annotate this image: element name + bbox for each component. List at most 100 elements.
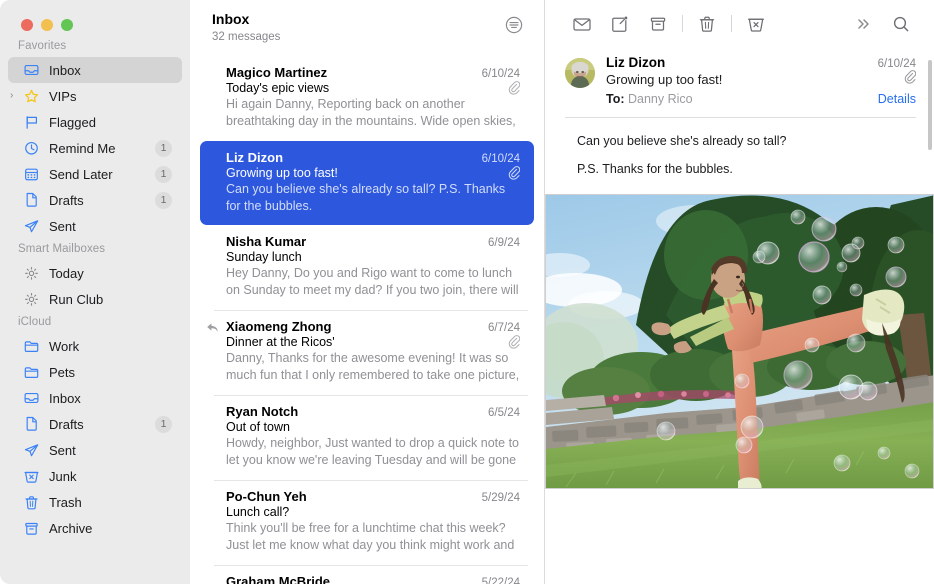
message-row[interactable]: Po-Chun Yeh 5/29/24 Lunch call? Think yo… [200,480,534,565]
sidebar-item-archive[interactable]: Archive [8,515,182,541]
flag-icon [22,114,41,131]
sidebar-item-label: Inbox [49,391,174,406]
reader-scrollbar[interactable] [928,60,932,150]
search-icon[interactable] [882,9,920,39]
sidebar-item-trash[interactable]: Trash [8,489,182,515]
message-list-header: Inbox 32 messages [190,0,544,56]
message-row[interactable]: Ryan Notch 6/5/24 Out of town Howdy, nei… [200,395,534,480]
sidebar-item-flagged[interactable]: Flagged [8,109,182,135]
sidebar-item-label: Pets [49,365,174,380]
message-subject: Sunday lunch [226,250,302,264]
sidebar-item-remind-me[interactable]: Remind Me1 [8,135,182,161]
sidebar: Favorites Inbox›VIPs Flagged Remind Me1 … [0,0,190,584]
filter-icon[interactable] [502,13,526,37]
body-paragraph: P.S. Thanks for the bubbles. [577,160,914,179]
sidebar-item-sent[interactable]: Sent [8,213,182,239]
sidebar-item-label: Remind Me [49,141,155,156]
message-sender: Magico Martinez [226,65,327,80]
message-preview: Can you believe she's already so tall? P… [226,181,520,214]
reader-pane: Liz Dizon 6/10/24 Growing up too fast! [545,0,934,584]
star-icon [22,88,41,105]
sidebar-item-work[interactable]: Work [8,333,182,359]
message-row[interactable]: Magico Martinez 6/10/24 Today's epic vie… [200,56,534,141]
message-preview: Hi again Danny, Reporting back on anothe… [226,96,520,130]
mark-unread-button[interactable] [563,9,601,39]
message-header: Liz Dizon 6/10/24 Growing up too fast! [545,47,934,106]
unread-badge: 1 [155,166,172,183]
sidebar-item-send-later[interactable]: Send Later1 [8,161,182,187]
sidebar-item-label: Flagged [49,115,174,130]
document-icon [22,416,41,433]
archive-box-icon [22,520,41,537]
minimize-button[interactable] [41,19,53,31]
sidebar-item-junk[interactable]: Junk [8,463,182,489]
attachment-paperclip-icon [508,335,520,349]
message-date: 6/7/24 [480,322,520,334]
paper-plane-icon [22,218,41,235]
sidebar-item-label: Run Club [49,292,174,307]
compose-button[interactable] [601,9,639,39]
sidebar-item-label: Sent [49,219,174,234]
message-subject: Lunch call? [226,505,289,519]
toolbar-divider [731,15,732,32]
clock-icon [22,140,41,157]
message-date: 6/10/24 [878,58,916,70]
archive-button[interactable] [639,9,677,39]
sidebar-item-label: VIPs [49,89,174,104]
message-row[interactable]: Liz Dizon 6/10/24 Growing up too fast! C… [200,141,534,225]
chevron-double-right-icon[interactable] [844,9,882,39]
sidebar-item-pets[interactable]: Pets [8,359,182,385]
sidebar-item-drafts[interactable]: Drafts1 [8,411,182,437]
message-count: 32 messages [212,31,280,43]
delete-button[interactable] [688,9,726,39]
to-label: To: [606,92,625,106]
sidebar-item-inbox[interactable]: Inbox [8,57,182,83]
body-paragraph: Can you believe she's already so tall? [577,132,914,151]
message-date: 6/10/24 [474,68,520,80]
window-controls [0,0,190,36]
sidebar-item-drafts[interactable]: Drafts1 [8,187,182,213]
junk-button[interactable] [737,9,775,39]
message-date: 6/9/24 [480,237,520,249]
message-row[interactable]: Graham McBride 5/22/24 Book Club Are you… [200,565,534,584]
reader-toolbar [545,0,934,47]
message-preview: Hey Danny, Do you and Rigo want to come … [226,265,520,299]
avatar [565,58,595,88]
sidebar-item-label: Inbox [49,63,174,78]
message-recipients: To: Danny Rico [606,92,693,106]
to-value: Danny Rico [628,92,693,106]
message-subject: Dinner at the Ricos' [226,335,335,349]
message-subject: Growing up too fast! [226,166,338,180]
calendar-icon [22,166,41,183]
message-row[interactable]: Nisha Kumar 6/9/24 Sunday lunch Hey Dann… [200,225,534,310]
message-row[interactable]: Xiaomeng Zhong 6/7/24 Dinner at the Rico… [200,310,534,395]
toolbar-divider [682,15,683,32]
sidebar-item-label: Work [49,339,174,354]
unread-badge: 1 [155,140,172,157]
folder-icon [22,338,41,355]
message-attachment-image[interactable] [545,180,934,489]
sidebar-item-run-club[interactable]: Run Club [8,286,182,312]
mailbox-title: Inbox [212,11,280,29]
sidebar-section-header: Favorites [0,36,190,57]
details-link[interactable]: Details [878,92,916,106]
message-sender: Liz Dizon [226,150,283,165]
sidebar-item-today[interactable]: Today [8,260,182,286]
chevron-right-icon[interactable]: › [10,91,13,101]
sidebar-item-sent[interactable]: Sent [8,437,182,463]
sidebar-item-inbox[interactable]: Inbox [8,385,182,411]
message-date: 5/29/24 [474,492,520,504]
sidebar-section-list: Work Pets Inbox Drafts1 Sent Junk [0,333,190,541]
zoom-button[interactable] [61,19,73,31]
sidebar-item-label: Junk [49,469,174,484]
message-preview: Think you'll be free for a lunchtime cha… [226,520,520,554]
paper-plane-icon [22,442,41,459]
photo-girl-kicking-bubbles[interactable] [545,194,934,489]
attachment-paperclip-icon [508,166,520,180]
sidebar-item-vips[interactable]: › VIPs [8,83,182,109]
message-date: 5/22/24 [474,577,520,584]
message-sender: Xiaomeng Zhong [226,319,331,334]
close-button[interactable] [21,19,33,31]
inbox-tray-icon [22,390,41,407]
sidebar-item-label: Trash [49,495,174,510]
